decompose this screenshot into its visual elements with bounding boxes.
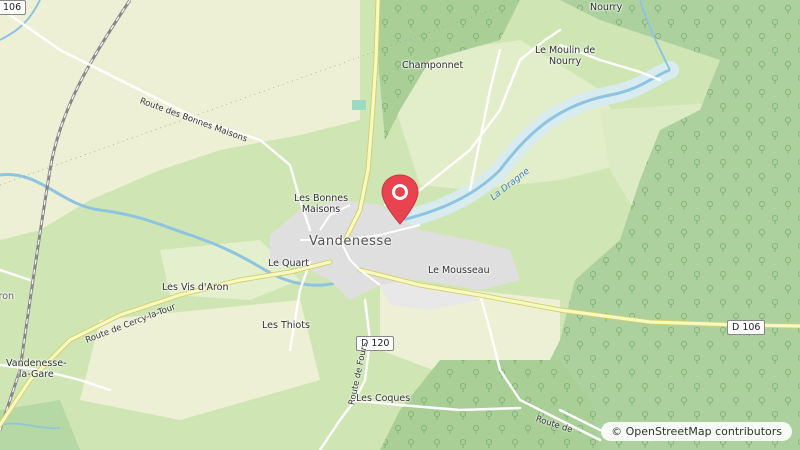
place-label-moulin: Le Moulin de Nourry <box>535 45 596 67</box>
map-view[interactable]: 106 D 106 D 120 Route des Bonnes Maisons… <box>0 0 800 450</box>
place-label-les-thiots: Les Thiots <box>262 320 310 331</box>
location-pin-icon[interactable] <box>378 172 422 226</box>
place-label-vis-daron: Les Vis d'Aron <box>162 282 229 293</box>
place-label-vandenesse-gare: Vandenesse- la-Gare <box>6 358 67 380</box>
place-label-le-mousseau: Le Mousseau <box>428 265 490 276</box>
road-shield-106: 106 <box>0 0 27 15</box>
place-label-les-coques: Les Coques <box>356 393 411 404</box>
town-label: Vandenesse <box>309 234 393 249</box>
place-label-bonnes-maisons: Les Bonnes Maisons <box>294 193 349 215</box>
pond <box>352 100 366 110</box>
place-label-aron: Aron <box>0 291 15 302</box>
place-label-le-quart: Le Quart <box>268 258 309 269</box>
road-shield-d106: D 106 <box>727 320 766 335</box>
map-attribution[interactable]: © OpenStreetMap contributors <box>601 422 792 441</box>
place-label-champonnet: Champonnet <box>402 60 464 71</box>
place-label-nourry: Nourry <box>590 2 623 13</box>
